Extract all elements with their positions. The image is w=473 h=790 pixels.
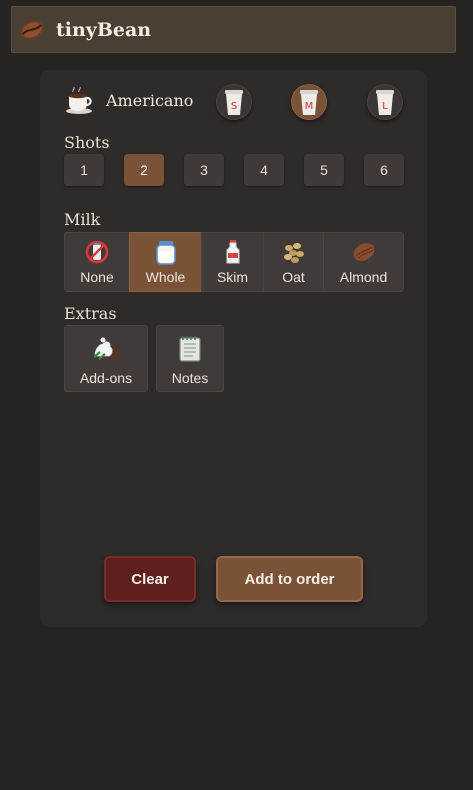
- milk-option-almond[interactable]: Almond: [323, 232, 404, 292]
- milk-option-label: None: [80, 269, 114, 285]
- size-small-button[interactable]: S: [216, 84, 252, 120]
- shot-option-6[interactable]: 6: [364, 154, 404, 186]
- addons-label: Add-ons: [79, 370, 133, 386]
- almond-icon: [353, 243, 374, 261]
- milk-jar-icon: [155, 241, 176, 265]
- milk-label: Milk: [64, 210, 101, 229]
- svg-text:S: S: [231, 101, 237, 112]
- app-header: tinyBean: [11, 6, 456, 53]
- shots-label: Shots: [64, 133, 110, 152]
- addons-button[interactable]: Add-ons: [64, 325, 148, 392]
- oats-icon: [283, 243, 304, 263]
- milk-bottle-icon: [226, 240, 239, 264]
- svg-text:L: L: [382, 101, 388, 112]
- cup-small-icon: S: [225, 90, 243, 115]
- milk-option-skim[interactable]: Skim: [201, 232, 264, 292]
- shot-option-1[interactable]: 1: [64, 154, 104, 186]
- milk-option-none[interactable]: None: [64, 232, 130, 292]
- add-to-order-button[interactable]: Add to order: [216, 556, 363, 602]
- cup-medium-icon: M: [300, 90, 318, 115]
- shot-option-2[interactable]: 2: [124, 154, 164, 186]
- notes-label: Notes: [171, 370, 209, 386]
- app-title: tinyBean: [56, 18, 152, 41]
- drink-name: Americano: [106, 91, 194, 110]
- milk-option-label: Oat: [282, 269, 305, 285]
- milk-option-oat[interactable]: Oat: [263, 232, 324, 292]
- svg-text:M: M: [305, 101, 314, 112]
- shot-option-3[interactable]: 3: [184, 154, 224, 186]
- extras-label: Extras: [64, 304, 117, 323]
- drink-header: Americano S M L: [64, 84, 414, 120]
- shot-option-4[interactable]: 4: [244, 154, 284, 186]
- no-milk-icon: [85, 240, 109, 264]
- size-medium-button[interactable]: M: [291, 84, 327, 120]
- milk-option-whole[interactable]: Whole: [129, 232, 202, 292]
- notes-button[interactable]: Notes: [156, 325, 224, 392]
- coffee-bean-icon: [20, 19, 44, 40]
- cup-large-icon: L: [376, 90, 394, 115]
- milk-option-label: Whole: [145, 269, 186, 285]
- coffee-cup-icon: [66, 86, 92, 114]
- clear-button[interactable]: Clear: [104, 556, 196, 602]
- notepad-icon: [179, 336, 201, 362]
- milk-option-label: Almond: [339, 269, 388, 285]
- size-large-button[interactable]: L: [367, 84, 403, 120]
- drink-customizer-card: Americano S M L Shots 1 2 3 4 5 6 Milk N…: [40, 70, 427, 627]
- milk-option-label: Skim: [216, 269, 249, 285]
- whipped-cream-icon: [93, 337, 120, 360]
- shot-option-5[interactable]: 5: [304, 154, 344, 186]
